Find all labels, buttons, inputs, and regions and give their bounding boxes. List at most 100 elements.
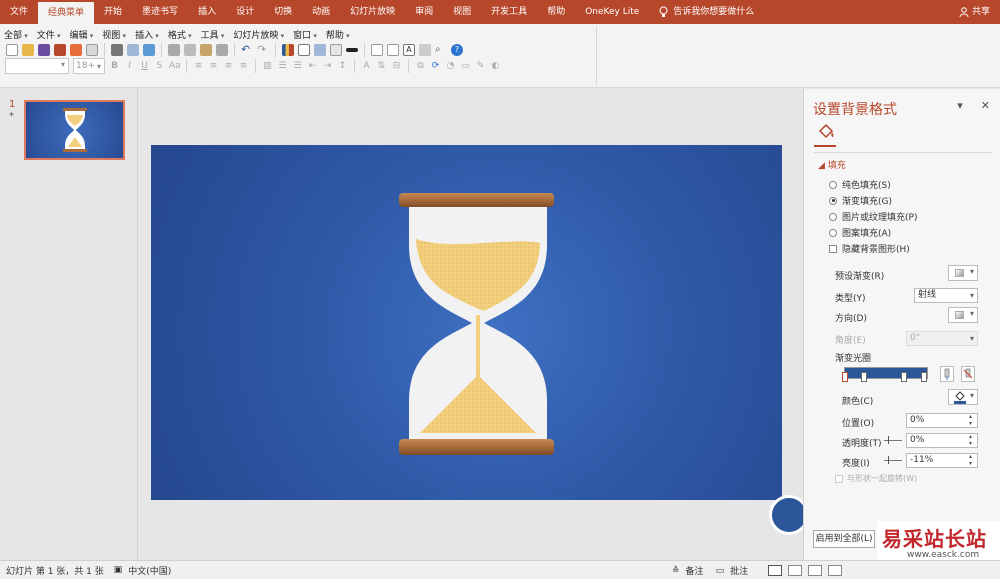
- paint-bucket-icon[interactable]: [816, 123, 836, 141]
- picture-icon[interactable]: [314, 44, 326, 56]
- grid-icon[interactable]: [387, 44, 399, 56]
- columns-icon[interactable]: ▥: [262, 61, 273, 71]
- preset-gradient-button[interactable]: [948, 265, 978, 281]
- share-button[interactable]: 共享: [959, 0, 990, 24]
- solid-fill-radio[interactable]: 纯色填充(S): [829, 178, 891, 191]
- arrange-icon[interactable]: ⧉: [415, 61, 426, 71]
- refresh-icon[interactable]: ⟳: [430, 61, 441, 71]
- picture-fill-radio[interactable]: 图片或纹理填充(P): [829, 210, 917, 223]
- table-icon[interactable]: [298, 44, 310, 56]
- menu-format[interactable]: 格式: [168, 28, 192, 41]
- copy-icon[interactable]: [184, 44, 196, 56]
- numbering-icon[interactable]: ☰: [292, 61, 303, 71]
- add-gradient-stop-button[interactable]: [940, 366, 954, 382]
- rotate-with-shape-checkbox[interactable]: 与形状一起旋转(W): [835, 473, 917, 484]
- justify-icon[interactable]: ≡: [238, 61, 249, 71]
- gradient-stops-bar[interactable]: [842, 367, 928, 382]
- line-spacing-icon[interactable]: ↕: [337, 61, 348, 71]
- tab-home[interactable]: 开始: [94, 0, 132, 24]
- open-folder-icon[interactable]: [22, 44, 34, 56]
- gradient-stop[interactable]: [901, 372, 907, 382]
- tab-file[interactable]: 文件: [0, 0, 38, 24]
- tab-insert[interactable]: 插入: [188, 0, 226, 24]
- hourglass-illustration[interactable]: [151, 145, 782, 500]
- tab-ink[interactable]: 墨迹书写: [132, 0, 188, 24]
- align-left-icon[interactable]: ≡: [193, 61, 204, 71]
- menu-tools[interactable]: 工具: [201, 28, 225, 41]
- save-icon[interactable]: [38, 44, 50, 56]
- save-as-icon[interactable]: [54, 44, 66, 56]
- pattern-fill-radio[interactable]: 图案填充(A): [829, 226, 891, 239]
- photo-album-icon[interactable]: [330, 44, 342, 56]
- notes-button[interactable]: 备注: [686, 564, 704, 577]
- chevron-down-icon[interactable]: ▾: [957, 99, 963, 112]
- tab-classic-menu[interactable]: 经典菜单: [38, 2, 95, 24]
- gradient-stop[interactable]: [861, 372, 867, 382]
- tab-help[interactable]: 帮助: [537, 0, 575, 24]
- radio-button-selected[interactable]: [829, 196, 837, 205]
- menu-edit[interactable]: 编辑: [70, 28, 94, 41]
- new-file-icon[interactable]: [6, 44, 18, 56]
- slideshow-view-icon[interactable]: [828, 565, 843, 576]
- line-weight-icon[interactable]: [346, 48, 358, 52]
- shape-effects-icon[interactable]: ✎: [475, 61, 486, 71]
- tab-slideshow[interactable]: 幻灯片放映: [340, 0, 405, 24]
- font-color-icon[interactable]: A: [361, 61, 372, 71]
- tell-me-box[interactable]: 告诉我你想要做什么: [649, 0, 754, 24]
- tab-developer[interactable]: 开发工具: [481, 0, 537, 24]
- radio-button[interactable]: [829, 212, 837, 221]
- checkbox[interactable]: [835, 474, 843, 483]
- permission-icon[interactable]: [86, 44, 98, 56]
- close-icon[interactable]: ✕: [981, 99, 990, 112]
- tab-design[interactable]: 设计: [226, 0, 264, 24]
- radio-button[interactable]: [829, 180, 837, 189]
- slide[interactable]: [151, 145, 782, 500]
- brightness-field[interactable]: -11%: [906, 453, 978, 468]
- paste-icon[interactable]: [200, 44, 212, 56]
- gradient-fill-radio[interactable]: 渐变填充(G): [829, 194, 892, 207]
- align-right-icon[interactable]: ≡: [223, 61, 234, 71]
- quick-styles-icon[interactable]: ◐: [490, 61, 501, 71]
- chart-icon[interactable]: [282, 44, 294, 56]
- shapes-icon[interactable]: [419, 44, 431, 56]
- reading-view-icon[interactable]: [808, 565, 823, 576]
- fill-section-header[interactable]: ◢ 填充: [818, 158, 846, 171]
- hide-background-checkbox[interactable]: 隐藏背景图形(H): [829, 242, 910, 255]
- shadow-icon[interactable]: S: [154, 61, 165, 71]
- italic-icon[interactable]: I: [124, 61, 135, 71]
- format-painter-icon[interactable]: [216, 44, 228, 56]
- decrease-indent-icon[interactable]: ⇤: [307, 61, 318, 71]
- transparency-field[interactable]: 0%: [906, 433, 978, 448]
- bullets-icon[interactable]: ☰: [277, 61, 288, 71]
- angle-field[interactable]: 0°: [906, 331, 978, 346]
- menu-all[interactable]: 全部: [4, 28, 28, 41]
- zoom-icon[interactable]: ⌕: [435, 44, 447, 56]
- spelling-icon[interactable]: [143, 44, 155, 56]
- menu-window[interactable]: 窗口: [293, 28, 317, 41]
- checkbox[interactable]: [829, 244, 837, 253]
- color-picker-button[interactable]: [948, 389, 978, 405]
- font-name-field[interactable]: [5, 58, 69, 74]
- tab-review[interactable]: 审阅: [405, 0, 443, 24]
- cut-icon[interactable]: [168, 44, 180, 56]
- direction-button[interactable]: [948, 307, 978, 323]
- slide-sorter-icon[interactable]: [788, 565, 803, 576]
- increase-indent-icon[interactable]: ⇥: [322, 61, 333, 71]
- brightness-slider[interactable]: [884, 456, 902, 464]
- radio-button[interactable]: [829, 228, 837, 237]
- font-size-field[interactable]: 18+: [73, 58, 105, 74]
- align-text-icon[interactable]: ⊟: [391, 61, 402, 71]
- layout-icon[interactable]: [371, 44, 383, 56]
- tab-view[interactable]: 视图: [443, 0, 481, 24]
- apply-to-all-button[interactable]: 启用到全部(L): [813, 530, 875, 548]
- text-direction-icon[interactable]: ⇅: [376, 61, 387, 71]
- tab-onekey-lite[interactable]: OneKey Lite: [575, 0, 649, 24]
- shape-fill-icon[interactable]: ◔: [445, 61, 456, 71]
- tab-animations[interactable]: 动画: [302, 0, 340, 24]
- menu-insert[interactable]: 插入: [135, 28, 159, 41]
- align-center-icon[interactable]: ≡: [208, 61, 219, 71]
- office-icon[interactable]: [70, 44, 82, 56]
- menu-slideshow[interactable]: 幻灯片放映: [233, 28, 284, 41]
- redo-icon[interactable]: ↷: [257, 44, 269, 56]
- slide-thumbnail[interactable]: [24, 100, 125, 160]
